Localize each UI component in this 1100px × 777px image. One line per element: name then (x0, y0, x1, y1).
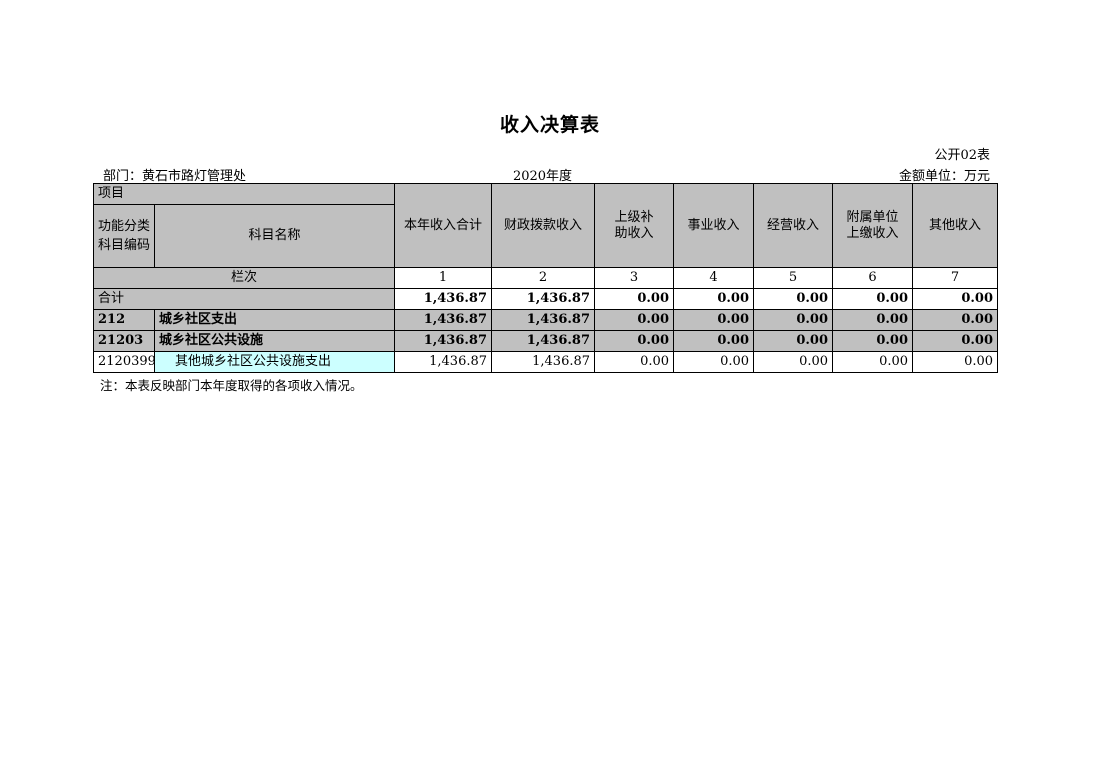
header-project: 项目 (92, 183, 396, 205)
header-subject-name: 科目名称 (153, 204, 396, 268)
row-value: 0.00 (912, 351, 999, 373)
column-index-number: 6 (832, 267, 914, 289)
row-code: 212 (93, 309, 155, 331)
row-value: 0.00 (673, 351, 755, 373)
row-value: 1,436.87 (491, 288, 596, 310)
footnote: 注：本表反映部门本年度取得的各项收入情况。 (100, 378, 363, 393)
header-total-income: 本年收入合计 (394, 183, 493, 268)
row-value: 1,436.87 (394, 288, 493, 310)
header-other-income: 其他收入 (912, 183, 999, 268)
column-index-number: 1 (394, 267, 493, 289)
row-name: 其他城乡社区公共设施支出 (153, 351, 396, 373)
row-value: 0.00 (832, 330, 914, 352)
row-value: 0.00 (912, 309, 999, 331)
row-value: 0.00 (912, 288, 999, 310)
column-index-number: 4 (673, 267, 755, 289)
row-value: 0.00 (753, 288, 834, 310)
row-value: 0.00 (673, 288, 755, 310)
row-value: 0.00 (832, 288, 914, 310)
header-row-project: 项目 本年收入合计 财政拨款收入 上级补助收入 事业收入 经营收入 附属单位上缴… (92, 183, 999, 268)
row-value: 0.00 (753, 309, 834, 331)
row-code: 2120399 (93, 351, 156, 373)
row-value: 0.00 (912, 330, 999, 352)
column-index-row: 栏次 1 2 3 4 5 6 7 (92, 267, 999, 289)
column-index-number: 5 (753, 267, 834, 289)
table-number: 公开02表 (934, 148, 990, 163)
row-value: 1,436.87 (394, 309, 493, 331)
row-code: 21203 (93, 330, 155, 352)
header-business-income: 事业收入 (673, 183, 755, 268)
column-index-label: 栏次 (92, 267, 396, 289)
row-name: 城乡社区支出 (153, 309, 396, 331)
row-code: 合计 (92, 288, 396, 310)
row-value: 0.00 (832, 309, 914, 331)
table-row-total: 合计 1,436.87 1,436.87 0.00 0.00 0.00 0.00… (92, 288, 999, 310)
header-function-code: 功能分类科目编码 (93, 204, 155, 268)
row-value: 0.00 (673, 330, 755, 352)
row-value: 1,436.87 (491, 351, 596, 373)
row-value: 0.00 (594, 330, 675, 352)
row-value: 0.00 (594, 309, 675, 331)
column-index-number: 3 (594, 267, 675, 289)
table-row: 212 城乡社区支出 1,436.87 1,436.87 0.00 0.00 0… (93, 309, 999, 331)
amount-unit: 金额单位：万元 (898, 169, 990, 184)
income-table: 项目 本年收入合计 财政拨款收入 上级补助收入 事业收入 经营收入 附属单位上缴… (92, 183, 999, 373)
row-value: 0.00 (753, 351, 834, 373)
row-value: 0.00 (594, 351, 675, 373)
header-operating-income: 经营收入 (753, 183, 834, 268)
row-value: 1,436.87 (394, 351, 493, 373)
table-row: 21203 城乡社区公共设施 1,436.87 1,436.87 0.00 0.… (93, 330, 999, 352)
row-value: 0.00 (832, 351, 914, 373)
row-value: 1,436.87 (491, 330, 596, 352)
row-value: 1,436.87 (394, 330, 493, 352)
row-value: 0.00 (673, 309, 755, 331)
header-superior-subsidy: 上级补助收入 (594, 183, 675, 268)
header-affiliated-income: 附属单位上缴收入 (832, 183, 914, 268)
row-name: 城乡社区公共设施 (153, 330, 396, 352)
column-index-number: 2 (491, 267, 596, 289)
row-value: 1,436.87 (491, 309, 596, 331)
column-index-number: 7 (912, 267, 999, 289)
row-value: 0.00 (753, 330, 834, 352)
header-fiscal-allocation: 财政拨款收入 (491, 183, 596, 268)
row-value: 0.00 (594, 288, 675, 310)
page-title: 收入决算表 (499, 114, 600, 136)
table-row: 2120399 其他城乡社区公共设施支出 1,436.87 1,436.87 0… (93, 351, 999, 373)
